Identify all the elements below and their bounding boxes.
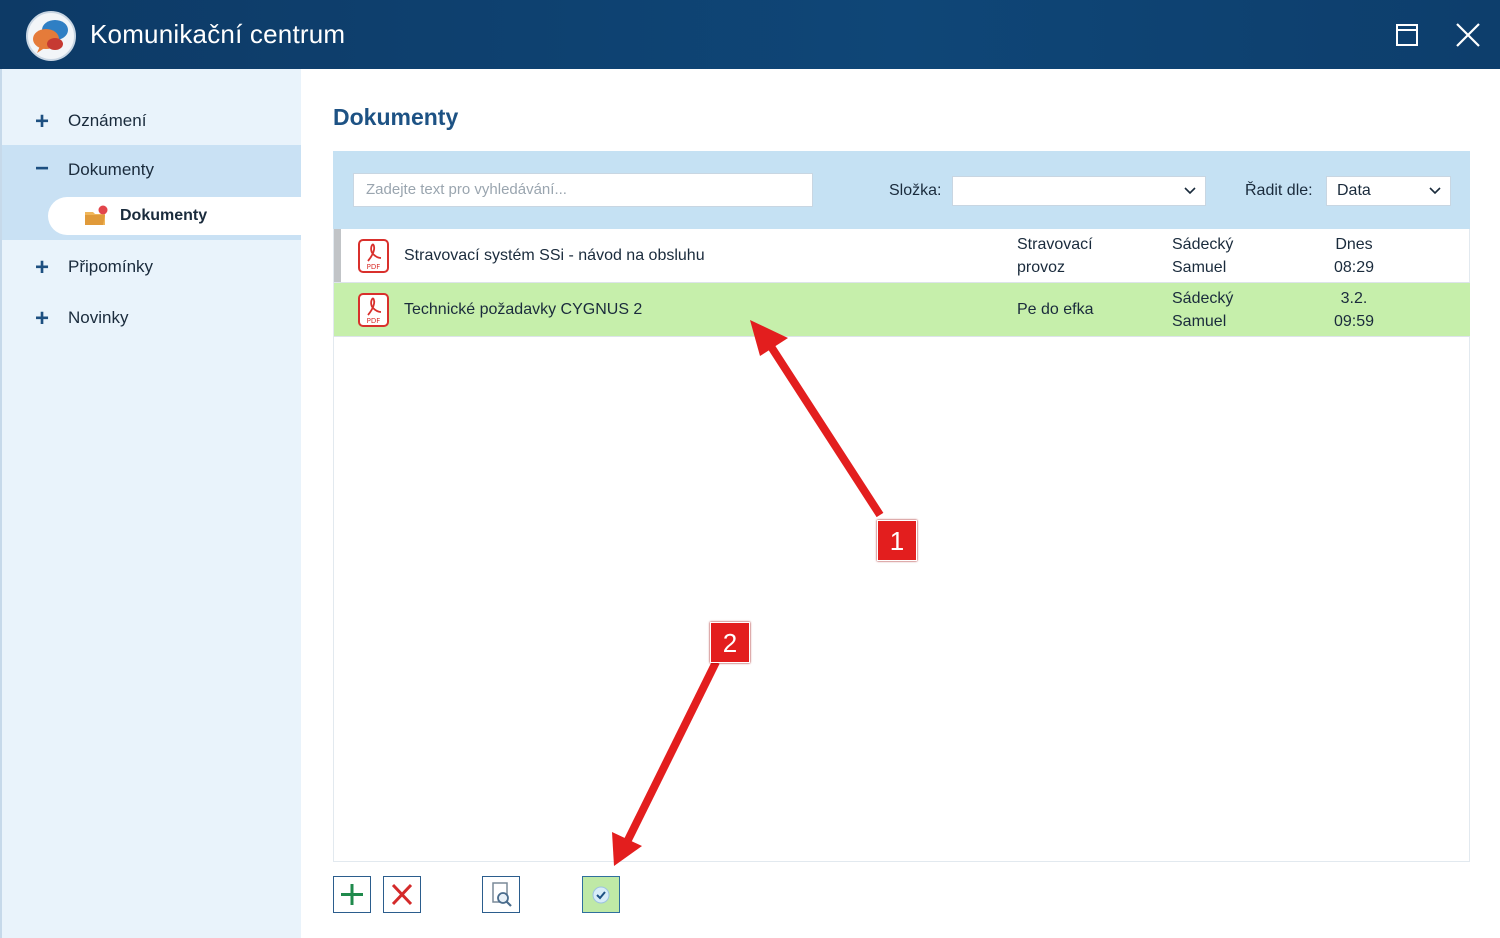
main-panel: Dokumenty Zadejte text pro vyhledávání..… (301, 69, 1500, 938)
document-name: Stravovací systém SSi - návod na obsluhu (404, 247, 705, 264)
document-date-line1: Dnes (1335, 236, 1373, 253)
document-folder-line1: Stravovací (1017, 236, 1093, 253)
document-author-line2: Samuel (1172, 259, 1227, 276)
add-button[interactable] (333, 876, 371, 913)
close-icon (1456, 23, 1480, 47)
document-author-line2: Samuel (1172, 313, 1227, 330)
sidebar-item-label: Novinky (68, 308, 129, 327)
sidebar-subitem-dokumenty[interactable]: Dokumenty (48, 197, 303, 235)
plus-icon (341, 884, 363, 905)
confirm-button[interactable] (582, 876, 620, 913)
document-row-selected[interactable]: PDF Technické požadavky CYGNUS 2 Pe do e… (334, 283, 1470, 337)
sidebar: + Oznámení − Dokumenty Dokumenty + Připo… (0, 69, 303, 938)
document-author-line1: Sádecký (1172, 236, 1234, 253)
sidebar-item-novinky[interactable]: + Novinky (2, 293, 303, 343)
svg-text:PDF: PDF (367, 263, 381, 271)
sort-label: Řadit dle: (1245, 182, 1313, 199)
document-date-line1: 3.2. (1340, 290, 1368, 307)
maximize-icon (1396, 24, 1418, 46)
pdf-icon: PDF (358, 239, 389, 273)
row-accent (334, 229, 341, 282)
sidebar-item-oznameni[interactable]: + Oznámení (2, 96, 303, 146)
preview-button[interactable] (482, 876, 520, 913)
magnifier-document-icon (492, 882, 512, 907)
maximize-button[interactable] (1386, 14, 1428, 56)
document-author-line1: Sádecký (1172, 290, 1234, 307)
document-folder-line1: Pe do efka (1017, 301, 1094, 318)
document-date-line2: 09:59 (1333, 313, 1375, 330)
document-folder-line2: provoz (1017, 259, 1066, 276)
window-title: Komunikační centrum (90, 19, 346, 49)
x-icon (391, 883, 413, 906)
document-name: Technické požadavky CYGNUS 2 (404, 301, 643, 318)
folder-select[interactable] (952, 176, 1206, 206)
search-input[interactable]: Zadejte text pro vyhledávání... (353, 173, 813, 207)
sort-select[interactable]: Data (1326, 176, 1451, 206)
checkmark-icon (592, 886, 610, 904)
document-row[interactable]: PDF Stravovací systém SSi - návod na obs… (334, 229, 1470, 283)
expand-icon: + (34, 108, 49, 135)
sidebar-subitem-label: Dokumenty (120, 207, 208, 224)
sidebar-item-label: Dokumenty (68, 160, 154, 179)
expand-icon: + (34, 305, 49, 332)
svg-text:PDF: PDF (367, 317, 381, 325)
sidebar-item-dokumenty[interactable]: − Dokumenty (2, 145, 303, 195)
folder-label: Složka: (889, 182, 942, 199)
annotation-callout-2: 2 (710, 622, 750, 663)
chevron-down-icon (1429, 187, 1441, 195)
annotation-callout-1: 1 (877, 520, 917, 561)
expand-icon: + (34, 254, 49, 281)
folder-notification-icon (84, 205, 108, 225)
page-title: Dokumenty (333, 104, 459, 130)
sidebar-item-label: Oznámení (68, 111, 147, 130)
chevron-down-icon (1184, 187, 1196, 195)
document-date-line2: 08:29 (1333, 259, 1375, 276)
pdf-icon: PDF (358, 293, 389, 327)
sort-select-value: Data (1337, 182, 1371, 199)
sidebar-item-label: Připomínky (68, 257, 154, 276)
collapse-icon: − (34, 155, 49, 182)
app-logo-icon (26, 11, 76, 61)
title-bar: Komunikační centrum (0, 0, 1500, 69)
sidebar-item-pripominky[interactable]: + Připomínky (2, 242, 303, 292)
delete-button[interactable] (383, 876, 421, 913)
filter-bar: Zadejte text pro vyhledávání... Složka: … (333, 151, 1470, 229)
close-button[interactable] (1447, 14, 1489, 56)
